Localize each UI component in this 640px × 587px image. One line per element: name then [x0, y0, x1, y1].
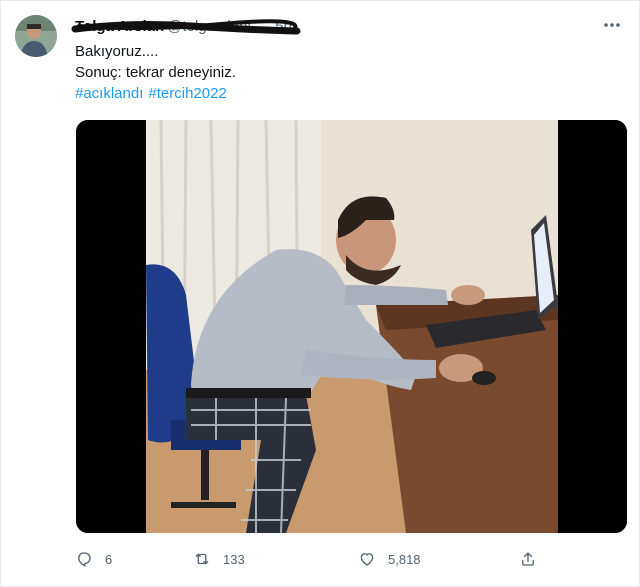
heart-icon [360, 553, 374, 566]
separator-dot: · [266, 18, 272, 35]
hashtag-link[interactable]: #acıklandı [75, 85, 143, 102]
tweet-text: Bakıyoruz.... Sonuç: tekrar deneyiniz. #… [75, 41, 615, 104]
avatar[interactable] [15, 15, 57, 57]
retweet-button[interactable]: 133 [193, 547, 245, 571]
tweet-card: Tolga Arslan @tolgarslanl... · 5h Bakıyoruz… [0, 0, 640, 587]
more-icon[interactable] [599, 15, 625, 35]
tweet-actions: 6 133 5,818 [75, 547, 555, 571]
reply-count: 6 [105, 551, 113, 567]
hashtags: #acıklandı #tercih2022 [75, 83, 615, 104]
reply-button[interactable]: 6 [75, 547, 112, 571]
tweet-header: Tolga Arslan @tolgarslanl... · 5h [75, 18, 545, 36]
hashtag-link[interactable]: #tercih2022 [148, 85, 226, 102]
share-button[interactable] [519, 547, 549, 571]
like-count: 5,818 [388, 551, 421, 567]
tweet-video[interactable] [76, 120, 627, 533]
reply-icon [78, 552, 91, 567]
retweet-icon [195, 553, 209, 565]
like-button[interactable]: 5,818 [358, 547, 421, 571]
tweet-text-line: Sonuç: tekrar deneyiniz. [75, 64, 236, 81]
tweet-text-line: Bakıyoruz.... [75, 43, 159, 60]
share-icon [522, 552, 534, 566]
author-handle[interactable]: @tolgarslanl... [167, 18, 263, 35]
video-frame [76, 120, 627, 533]
author-name[interactable]: Tolga Arslan [75, 18, 164, 35]
timestamp[interactable]: 5h [275, 18, 292, 35]
retweet-count: 133 [223, 551, 245, 567]
